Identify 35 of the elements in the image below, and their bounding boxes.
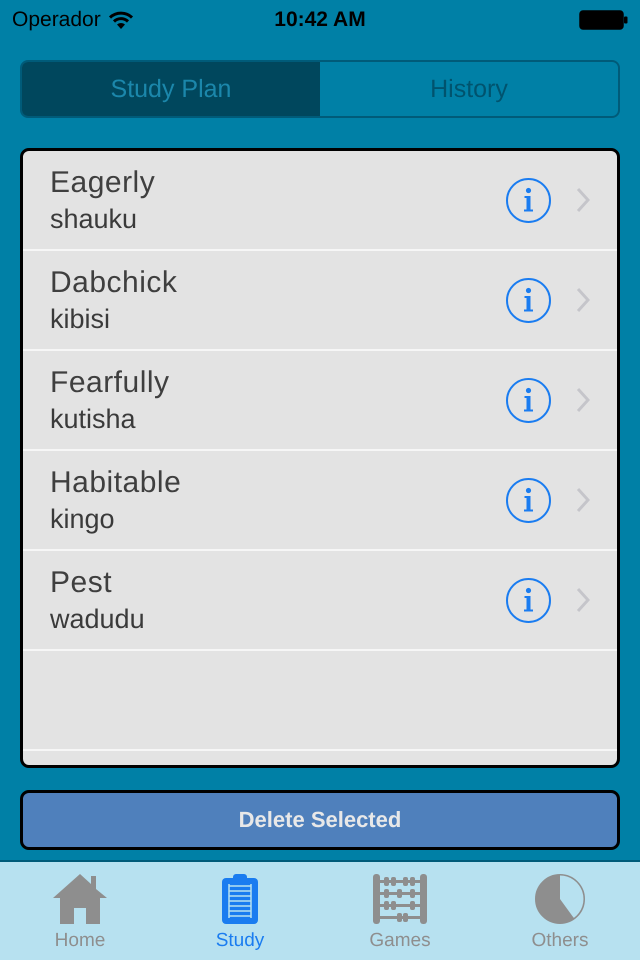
info-icon[interactable] <box>506 278 551 322</box>
wifi-icon <box>108 11 133 29</box>
info-icon[interactable] <box>506 178 551 222</box>
tab-bar-item[interactable]: Home <box>0 862 160 960</box>
tab-bar-item[interactable]: Study <box>160 862 320 960</box>
english-word: Dabchick <box>50 264 178 300</box>
chevron-icon <box>576 587 590 613</box>
tab-bar-item[interactable]: Games <box>320 862 480 960</box>
clipboard-icon <box>222 874 258 924</box>
house-icon <box>53 874 107 924</box>
pie-chart-icon <box>535 874 585 924</box>
swahili-translation: shauku <box>50 202 138 236</box>
info-icon[interactable] <box>506 478 551 522</box>
swahili-translation: kingo <box>50 502 115 536</box>
chevron-icon <box>576 187 590 213</box>
info-icon[interactable] <box>506 578 551 622</box>
segment-tab[interactable]: History <box>320 62 618 116</box>
swahili-translation: kibisi <box>50 302 110 336</box>
swahili-translation: kutisha <box>50 402 136 436</box>
english-word: Fearfully <box>50 364 170 400</box>
abacus-icon <box>373 874 427 924</box>
battery-icon <box>579 10 628 30</box>
chevron-icon <box>576 287 590 313</box>
chevron-icon <box>576 387 590 413</box>
chevron-icon <box>576 487 590 513</box>
clock-time: 10:42 AM <box>274 8 366 32</box>
tab-bar-item[interactable]: Others <box>480 862 640 960</box>
carrier-name: Operador <box>12 8 101 32</box>
segment-tab[interactable]: Study Plan <box>22 62 320 116</box>
english-word: Pest <box>50 564 112 600</box>
english-word: Eagerly <box>50 164 156 200</box>
english-word: Habitable <box>50 464 182 500</box>
swahili-translation: wadudu <box>50 602 145 636</box>
delete-selected-button[interactable]: Delete Selected <box>20 790 620 850</box>
info-icon[interactable] <box>506 378 551 422</box>
